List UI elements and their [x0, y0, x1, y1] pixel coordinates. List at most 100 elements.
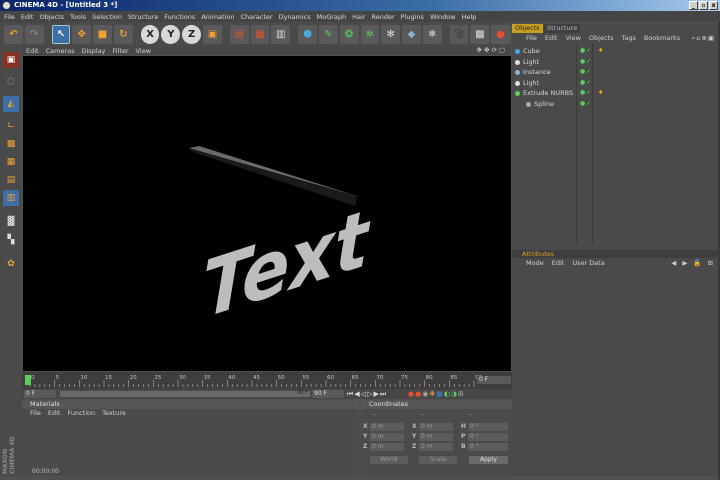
menu-render[interactable]: Render	[372, 13, 395, 21]
size-z-field[interactable]: 0 m	[419, 443, 453, 451]
use-model-icon[interactable]: ▣	[3, 52, 19, 68]
object-name[interactable]: Light	[523, 78, 539, 88]
materials-menu-function[interactable]: Function	[67, 409, 95, 418]
search-icon[interactable]: ⌕⌂⊕▣	[692, 34, 718, 43]
menu-plugins[interactable]: Plugins	[401, 13, 424, 21]
object-name[interactable]: Spline	[534, 99, 554, 109]
attributes-tab[interactable]: Attributes	[522, 250, 554, 258]
rotate-icon[interactable]: ↻	[113, 24, 133, 44]
x-axis-lock-button[interactable]: X	[140, 24, 160, 44]
menu-window[interactable]: Window	[430, 13, 456, 21]
use-object-icon[interactable]: ⬡	[3, 74, 19, 90]
menu-character[interactable]: Character	[240, 13, 272, 21]
menu-functions[interactable]: Functions	[164, 13, 195, 21]
scale-icon[interactable]: ■	[93, 24, 112, 44]
object-row[interactable]: Light ● ✓	[512, 57, 718, 67]
attributes-nav-icons[interactable]: ◀ ▶ 🔒 ⊞	[671, 259, 718, 268]
visibility-dot-icon[interactable]: ●	[580, 57, 585, 67]
attributes-menu-mode[interactable]: Mode	[526, 259, 544, 268]
visibility-dot-icon[interactable]: ●	[580, 78, 585, 88]
3d-viewport[interactable]: Text	[23, 56, 511, 371]
enabled-check-icon[interactable]: ✓	[586, 46, 591, 56]
size-y-field[interactable]: 0 m	[419, 433, 453, 441]
current-frame-field[interactable]: 0 F	[477, 376, 511, 384]
attributes-menu-edit[interactable]: Edit	[552, 259, 565, 268]
workplane-icon[interactable]: ▥	[3, 190, 19, 206]
menu-structure[interactable]: Structure	[128, 13, 158, 21]
nurbs-icon[interactable]: ❂	[339, 24, 359, 44]
objects-menu-objects[interactable]: Objects	[589, 34, 614, 43]
render-view-icon[interactable]: ▤	[229, 24, 249, 44]
undo-icon[interactable]: ↶	[4, 24, 23, 44]
viewport-menu-filter[interactable]: Filter	[112, 47, 128, 55]
deformer-icon[interactable]: ◆	[402, 24, 421, 44]
visibility-dot-icon[interactable]: ●	[580, 88, 585, 98]
objects-menu-tags[interactable]: Tags	[621, 34, 635, 43]
material-icon[interactable]: ●	[491, 24, 510, 44]
menu-objects[interactable]: Objects	[39, 13, 64, 21]
rot-p-field[interactable]: 0 °	[468, 433, 508, 441]
size-x-field[interactable]: 0 m	[419, 423, 453, 431]
pos-z-field[interactable]: 0 m	[370, 443, 404, 451]
y-axis-lock-button[interactable]: Y	[161, 24, 181, 44]
light-icon[interactable]: ▩	[470, 24, 490, 44]
rot-b-field[interactable]: 0 °	[468, 443, 508, 451]
menu-selection[interactable]: Selection	[92, 13, 122, 21]
object-axis-icon[interactable]: ▤	[3, 172, 19, 188]
z-axis-lock-button[interactable]: Z	[182, 24, 202, 44]
object-name[interactable]: Instance	[523, 67, 551, 77]
preview-range-slider[interactable]: 90 F	[60, 390, 310, 397]
object-name[interactable]: Cube	[523, 46, 540, 56]
close-button[interactable]: x	[709, 1, 718, 10]
particle-icon[interactable]: ✻	[381, 24, 401, 44]
objects-menu-bookmarks[interactable]: Bookmarks	[644, 34, 680, 43]
cube-primitive-icon[interactable]: ⬢	[298, 24, 317, 44]
visibility-dot-icon[interactable]: ●	[580, 99, 585, 109]
use-polygons-icon[interactable]: ▩	[3, 136, 19, 152]
rot-h-field[interactable]: 0 °	[468, 423, 508, 431]
menu-dynamics[interactable]: Dynamics	[279, 13, 311, 21]
attributes-menu-user-data[interactable]: User Data	[572, 259, 604, 268]
render-settings-icon[interactable]: ▥	[271, 24, 291, 44]
render-picture-viewer-icon[interactable]: ▦	[250, 24, 270, 44]
texture-axis-icon[interactable]: ▦	[3, 154, 19, 170]
use-points-icon[interactable]: ◭	[3, 96, 19, 112]
viewport-menu-edit[interactable]: Edit	[26, 47, 39, 55]
time-slider-handle[interactable]	[25, 375, 31, 385]
redo-icon[interactable]: ↷	[24, 24, 44, 44]
enabled-check-icon[interactable]: ✓	[586, 88, 591, 98]
tab-structure[interactable]: Structure	[544, 24, 581, 33]
menu-animation[interactable]: Animation	[201, 13, 234, 21]
enabled-check-icon[interactable]: ✓	[586, 99, 591, 109]
pos-x-field[interactable]: 0 m	[370, 423, 404, 431]
visibility-dot-icon[interactable]: ●	[580, 67, 585, 77]
camera-icon[interactable]: 🎥	[449, 24, 469, 44]
minimize-button[interactable]: _	[689, 1, 698, 10]
enabled-check-icon[interactable]: ✓	[586, 57, 591, 67]
object-row[interactable]: Light ● ✓	[512, 78, 718, 88]
object-row[interactable]: Spline ● ✓	[512, 99, 718, 109]
tab-objects[interactable]: Objects	[512, 24, 543, 33]
materials-menu-texture[interactable]: Texture	[102, 409, 126, 418]
snap-icon[interactable]: ▓	[3, 214, 19, 230]
use-edges-icon[interactable]: ∟	[3, 118, 19, 134]
object-name[interactable]: Extrude NURBS	[523, 88, 573, 98]
coordinate-mode-dropdown[interactable]: World	[370, 456, 408, 464]
end-frame-field[interactable]: 90 F	[312, 390, 344, 398]
enabled-check-icon[interactable]: ✓	[586, 78, 591, 88]
materials-menu-edit[interactable]: Edit	[48, 409, 61, 418]
playback-controls[interactable]: ⏮◀◁▷▶⏭	[347, 390, 387, 399]
viewport-navigation-icons[interactable]: ✥✤⟳▢	[477, 46, 507, 54]
tag-icon[interactable]: ♦	[598, 88, 603, 98]
maximize-button[interactable]: ▫	[699, 1, 708, 10]
coordinate-system-icon[interactable]: ▣	[203, 24, 222, 44]
pos-y-field[interactable]: 0 m	[370, 433, 404, 441]
objects-menu-edit[interactable]: Edit	[545, 34, 558, 43]
enabled-check-icon[interactable]: ✓	[586, 67, 591, 77]
viewport-menu-display[interactable]: Display	[82, 47, 106, 55]
start-frame-field[interactable]: 0 F	[24, 390, 56, 398]
grid-icon[interactable]: ▚	[3, 232, 19, 248]
menu-mograph[interactable]: MoGraph	[317, 13, 347, 21]
visibility-dot-icon[interactable]: ●	[580, 46, 585, 56]
size-mode-dropdown[interactable]: Scale	[419, 456, 457, 464]
